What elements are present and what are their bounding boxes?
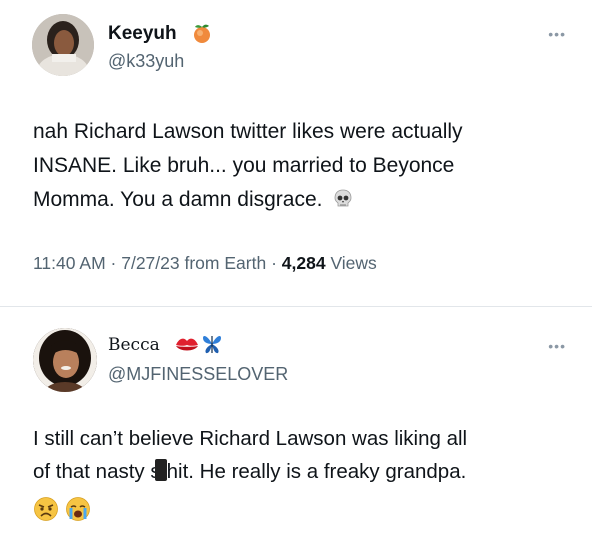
tweet-text: I still can’t believe Richard Lawson was… xyxy=(33,422,573,488)
separator: · xyxy=(271,253,277,273)
crying-face-icon xyxy=(65,496,91,527)
tweet-text-line: INSANE. Like bruh... you married to Beyo… xyxy=(33,154,455,177)
display-name[interactable]: Becca xyxy=(108,335,160,355)
tweet-text-line: Momma. You a damn disgrace. xyxy=(33,183,573,221)
tweet-1[interactable]: Keeyuh @k33yuh ••• nah Richard Lawson tw… xyxy=(0,0,592,308)
tweet-date[interactable]: 7/27/23 xyxy=(121,253,179,273)
skull-icon xyxy=(332,187,354,221)
avatar[interactable] xyxy=(33,328,97,392)
views-count: 4,284 xyxy=(281,253,326,273)
views-label: Views xyxy=(330,253,377,273)
handle[interactable]: @MJFINESSELOVER xyxy=(108,364,288,385)
tweet-time[interactable]: 11:40 AM xyxy=(33,253,106,273)
angry-face-icon xyxy=(33,496,59,527)
display-name[interactable]: Keeyuh xyxy=(108,23,177,45)
censor-block xyxy=(154,459,167,481)
more-options-icon[interactable]: ••• xyxy=(548,338,566,354)
tweet-2[interactable]: Becca @MJFINESSELOVER ••• I still can’t … xyxy=(0,308,592,544)
separator: · xyxy=(110,253,117,273)
tweet-meta: 11:40 AM · 7/27/23 from Earth · 4,284 Vi… xyxy=(33,253,377,274)
butterfly-icon xyxy=(201,332,223,361)
tweet-text-line: nah Richard Lawson twitter likes were ac… xyxy=(33,120,463,143)
tweet-source: from Earth xyxy=(184,253,267,273)
censored-word: hit xyxy=(154,459,188,483)
peach-icon xyxy=(191,22,213,49)
kiss-mark-icon xyxy=(174,334,200,361)
emoji-row xyxy=(33,496,91,527)
tweet-text-line: I still can’t believe Richard Lawson was… xyxy=(33,427,468,450)
handle[interactable]: @k33yuh xyxy=(108,51,184,72)
more-options-icon[interactable]: ••• xyxy=(548,26,566,42)
divider xyxy=(0,306,592,307)
tweet-text-line: of that nasty s hit. He really is a freak… xyxy=(33,459,467,483)
tweet-text: nah Richard Lawson twitter likes were ac… xyxy=(33,115,573,221)
avatar[interactable] xyxy=(32,14,94,76)
